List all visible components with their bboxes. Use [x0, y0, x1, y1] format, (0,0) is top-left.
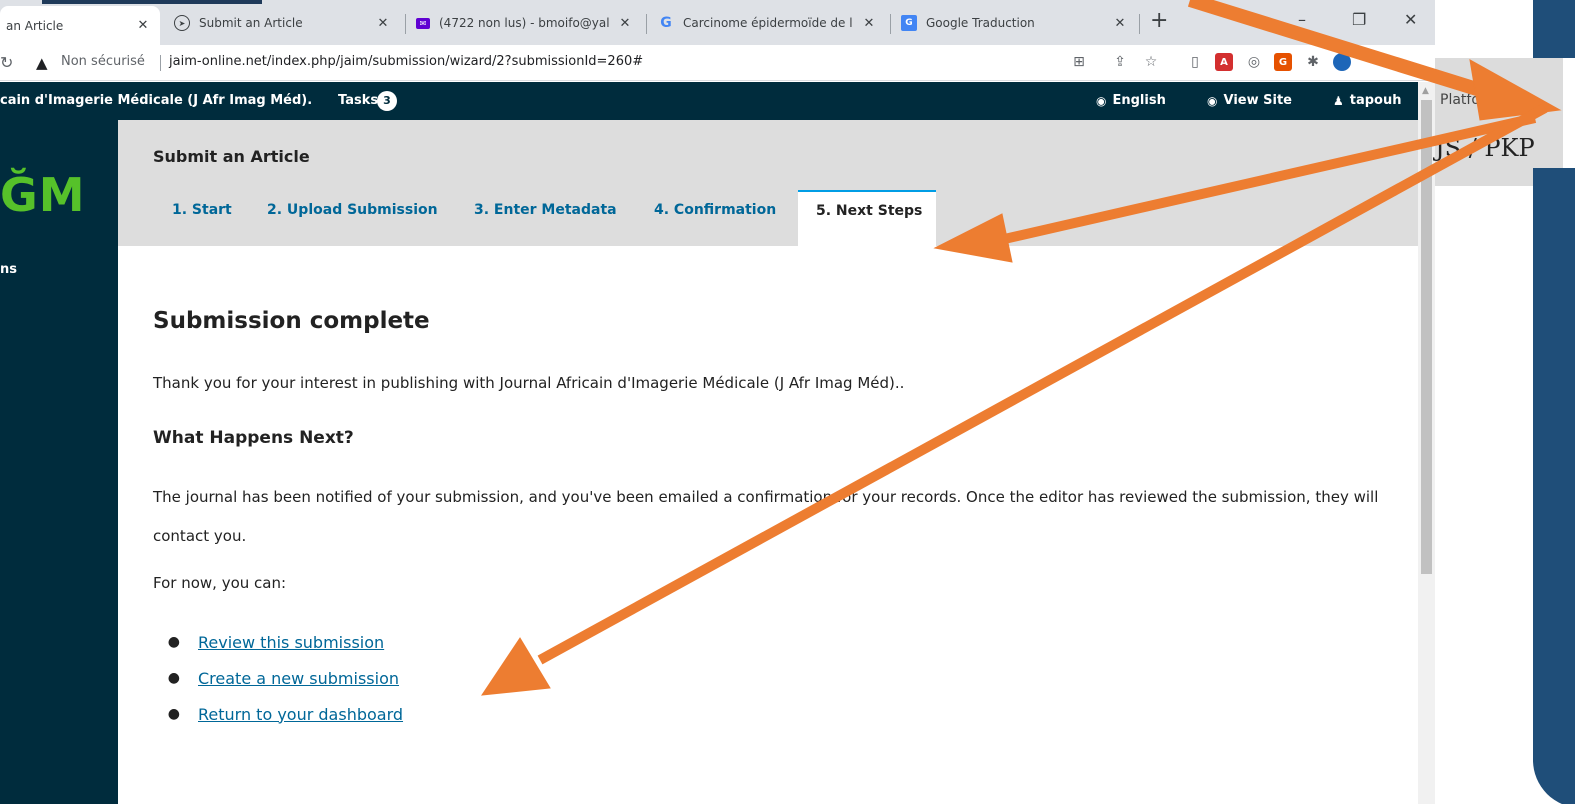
user-label: tapouh	[1349, 93, 1402, 108]
scrollbar-thumb[interactable]	[1421, 100, 1432, 574]
new-tab-button[interactable]: +	[1150, 10, 1168, 32]
close-tab-icon[interactable]: ✕	[134, 18, 152, 33]
close-tab-icon[interactable]: ✕	[860, 16, 878, 31]
language-label: English	[1112, 93, 1166, 108]
google-icon: G	[660, 15, 672, 31]
close-tab-icon[interactable]: ✕	[616, 16, 634, 31]
site-name-link[interactable]: cain d'Imagerie Médicale (J Afr Imag Méd…	[0, 93, 312, 108]
mail-icon: ✉	[416, 17, 430, 29]
user-menu[interactable]: ♟ tapouh	[1333, 93, 1402, 108]
translate-icon: G	[901, 15, 917, 31]
browser-tab-google[interactable]: G Carcinome épidermoïde de l ✕	[654, 8, 886, 38]
close-window-button[interactable]: ✕	[1404, 10, 1417, 29]
sidebar-item-submissions[interactable]: ns	[0, 262, 17, 277]
browser-tab-submit[interactable]: ➤ Submit an Article ✕	[170, 8, 400, 38]
notified-paragraph: The journal has been notified of your su…	[153, 488, 1379, 545]
profile-avatar-icon[interactable]	[1333, 53, 1351, 71]
return-to-dashboard-link[interactable]: Return to your dashboard	[198, 705, 403, 724]
browser-tab-mail[interactable]: ✉ (4722 non lus) - bmoifo@yal ✕	[412, 8, 642, 38]
user-icon: ♟	[1333, 93, 1344, 108]
url-field[interactable]: jaim-online.net/index.php/jaim/submissio…	[169, 54, 643, 69]
tab-separator	[405, 14, 406, 34]
tab-accent-bar	[42, 0, 262, 4]
tab-separator	[1139, 14, 1140, 34]
minimize-button[interactable]: –	[1298, 10, 1306, 29]
arrow-head-to-dashboard	[480, 637, 551, 696]
overlay-blue-strip	[1533, 0, 1575, 58]
url-separator	[160, 55, 161, 71]
tab-title: an Article	[6, 18, 64, 33]
scroll-up-arrow-icon[interactable]: ▲	[1422, 86, 1429, 96]
tab-title: Carcinome épidermoïde de l	[683, 16, 853, 30]
ojs-icon: ➤	[174, 15, 190, 31]
warning-icon[interactable]: ▲	[36, 54, 48, 72]
security-label[interactable]: Non sécurisé	[61, 54, 145, 69]
list-item: ● Review this submission	[153, 624, 403, 660]
close-tab-icon[interactable]: ✕	[374, 16, 392, 31]
extension-g-icon[interactable]: G	[1274, 53, 1292, 71]
bookmark-star-icon[interactable]: ☆	[1142, 53, 1160, 71]
extension-icon[interactable]: ◎	[1245, 53, 1263, 71]
pkp-logo-text: JS / PKP	[1435, 134, 1535, 162]
tab-enter-metadata[interactable]: 3. Enter Metadata	[474, 202, 617, 218]
pkp-branding-panel: Platfo... y JS / PKP	[1435, 58, 1563, 186]
bullet: ●	[167, 706, 180, 722]
browser-tab-bar: an Article ✕ ➤ Submit an Article ✕ ✉ (47…	[0, 0, 1435, 45]
tab-confirmation[interactable]: 4. Confirmation	[654, 202, 776, 218]
tab-upload-submission[interactable]: 2. Upload Submission	[267, 202, 438, 218]
overlay-blue-panel	[1533, 168, 1575, 804]
language-menu[interactable]: ◉ English	[1096, 93, 1166, 108]
view-site-link[interactable]: ◉ View Site	[1207, 93, 1292, 108]
bullet: ●	[167, 634, 180, 650]
tab-next-steps[interactable]: 5. Next Steps	[798, 190, 936, 246]
reload-icon[interactable]: ↻	[0, 53, 13, 72]
tab-separator	[646, 14, 647, 34]
tab-separator	[890, 14, 891, 34]
reading-list-icon[interactable]: ▯	[1186, 53, 1204, 71]
tasks-count-badge[interactable]: 3	[377, 91, 397, 111]
view-site-label: View Site	[1223, 93, 1292, 108]
browser-tab-active[interactable]: an Article ✕	[0, 6, 160, 45]
tab-title: Google Traduction	[926, 16, 1035, 30]
globe-icon: ◉	[1096, 93, 1107, 108]
close-tab-icon[interactable]: ✕	[1111, 16, 1129, 31]
pdf-extension-icon[interactable]: A	[1215, 53, 1233, 71]
submission-complete-heading: Submission complete	[153, 308, 430, 334]
translate-page-icon[interactable]: ⊞	[1070, 53, 1088, 71]
bullet: ●	[167, 670, 180, 686]
create-new-submission-link[interactable]: Create a new submission	[198, 669, 399, 688]
left-sidebar: ĞM ns	[0, 120, 118, 804]
page-scrollbar[interactable]: ▲	[1418, 82, 1435, 804]
tab-title: Submit an Article	[199, 16, 303, 30]
maximize-button[interactable]: ❐	[1352, 10, 1366, 29]
page-header: Submit an Article 1. Start 2. Upload Sub…	[118, 120, 1418, 246]
eye-icon: ◉	[1207, 93, 1218, 108]
thanks-paragraph: Thank you for your interest in publishin…	[153, 374, 905, 392]
next-actions-list: ● Review this submission ● Create a new …	[153, 624, 403, 732]
ojs-top-nav: cain d'Imagerie Médicale (J Afr Imag Méd…	[0, 82, 1418, 120]
tab-start[interactable]: 1. Start	[172, 202, 232, 218]
pkp-platform-text: Platfo... y	[1440, 92, 1506, 108]
for-now-paragraph: For now, you can:	[153, 574, 287, 592]
address-bar: ↻ ▲ Non sécurisé jaim-online.net/index.p…	[0, 45, 1435, 81]
share-icon[interactable]: ⇪	[1111, 53, 1129, 71]
tasks-link[interactable]: Tasks	[338, 93, 378, 108]
browser-tab-translate[interactable]: G Google Traduction ✕	[897, 8, 1137, 38]
list-item: ● Create a new submission	[153, 660, 403, 696]
tab-next-steps-label: 5. Next Steps	[816, 203, 923, 219]
what-happens-next-heading: What Happens Next?	[153, 428, 354, 448]
list-item: ● Return to your dashboard	[153, 696, 403, 732]
tab-title: (4722 non lus) - bmoifo@yal	[439, 16, 610, 30]
extensions-puzzle-icon[interactable]: ✱	[1304, 53, 1322, 71]
journal-logo[interactable]: ĞM	[0, 168, 86, 222]
page-title: Submit an Article	[153, 147, 310, 166]
review-submission-link[interactable]: Review this submission	[198, 633, 384, 652]
